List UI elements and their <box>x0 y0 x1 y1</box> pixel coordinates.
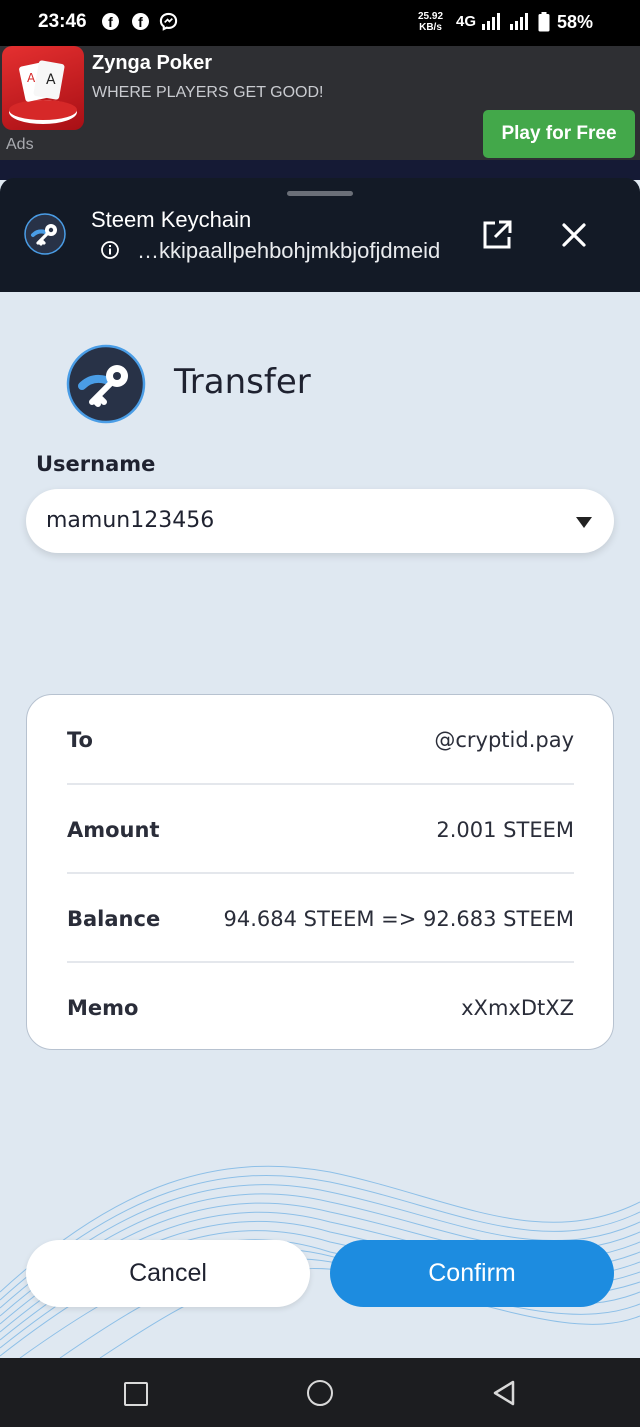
username-select[interactable]: mamun123456 <box>26 489 614 553</box>
keychain-logo-icon <box>24 213 66 255</box>
play-for-free-button[interactable]: Play for Free <box>483 110 635 158</box>
status-bar: 23:46 f f 25.92 KB/s 4G 58% <box>0 0 640 46</box>
battery-percent: 58% <box>557 12 594 32</box>
ad-title[interactable]: Zynga Poker <box>92 52 212 75</box>
detail-row-amount: Amount 2.001 STEEM <box>67 783 574 874</box>
detail-label: To <box>67 727 93 752</box>
sheet-app-name: Steem Keychain <box>91 207 252 232</box>
sheet-url: …kkipaallpehbohjmkbjofjdmeid <box>137 238 441 263</box>
svg-text:A: A <box>46 72 56 88</box>
keychain-logo-icon <box>66 344 146 424</box>
home-icon[interactable] <box>307 1380 333 1406</box>
drag-handle[interactable] <box>287 191 353 196</box>
detail-row-memo: Memo xXmxDtXZ <box>67 961 574 1052</box>
status-time: 23:46 <box>38 11 87 32</box>
ad-app-icon[interactable]: A A <box>2 46 84 130</box>
detail-label: Amount <box>67 817 160 842</box>
open-external-icon[interactable] <box>480 218 514 252</box>
cancel-button[interactable]: Cancel <box>26 1240 310 1307</box>
info-icon[interactable] <box>100 240 120 260</box>
ad-label: Ads <box>6 136 34 153</box>
back-icon[interactable] <box>492 1380 516 1406</box>
detail-value: @cryptid.pay <box>434 727 574 752</box>
page-title: Transfer <box>174 362 311 402</box>
detail-row-to: To @cryptid.pay <box>67 695 574 784</box>
signal-icon <box>510 13 528 30</box>
chevron-down-icon <box>576 517 592 528</box>
detail-value: 2.001 STEEM <box>436 817 574 842</box>
navigation-bar <box>0 1358 640 1427</box>
detail-label: Balance <box>67 906 161 931</box>
detail-label: Memo <box>67 995 139 1020</box>
username-value: mamun123456 <box>46 508 215 533</box>
confirm-button[interactable]: Confirm <box>330 1240 614 1307</box>
ad-tagline: WHERE PLAYERS GET GOOD! <box>92 84 324 101</box>
signal-icon <box>482 13 500 30</box>
ad-divider <box>0 160 640 180</box>
facebook-icon: f <box>102 13 119 30</box>
network-type: 4G <box>456 13 477 30</box>
battery-icon <box>538 12 550 32</box>
detail-value: xXmxDtXZ <box>461 995 574 1020</box>
ad-banner[interactable]: A A Zynga Poker WHERE PLAYERS GET GOOD! … <box>0 46 640 160</box>
transfer-details-card: To @cryptid.pay Amount 2.001 STEEM Balan… <box>26 694 614 1050</box>
sheet-header: Steem Keychain …kkipaallpehbohjmkbjofjdm… <box>0 178 640 292</box>
detail-value: 94.684 STEEM => 92.683 STEEM <box>223 906 574 931</box>
network-speed: 25.92 KB/s <box>418 11 444 33</box>
recent-apps-icon[interactable] <box>124 1382 148 1406</box>
facebook-icon: f <box>132 13 149 30</box>
username-label: Username <box>36 452 156 476</box>
transfer-screen: Transfer Username mamun123456 To @crypti… <box>0 292 640 1358</box>
detail-row-balance: Balance 94.684 STEEM => 92.683 STEEM <box>67 872 574 963</box>
messenger-icon <box>159 12 178 31</box>
close-icon[interactable] <box>557 218 591 252</box>
svg-text:A: A <box>27 71 36 85</box>
